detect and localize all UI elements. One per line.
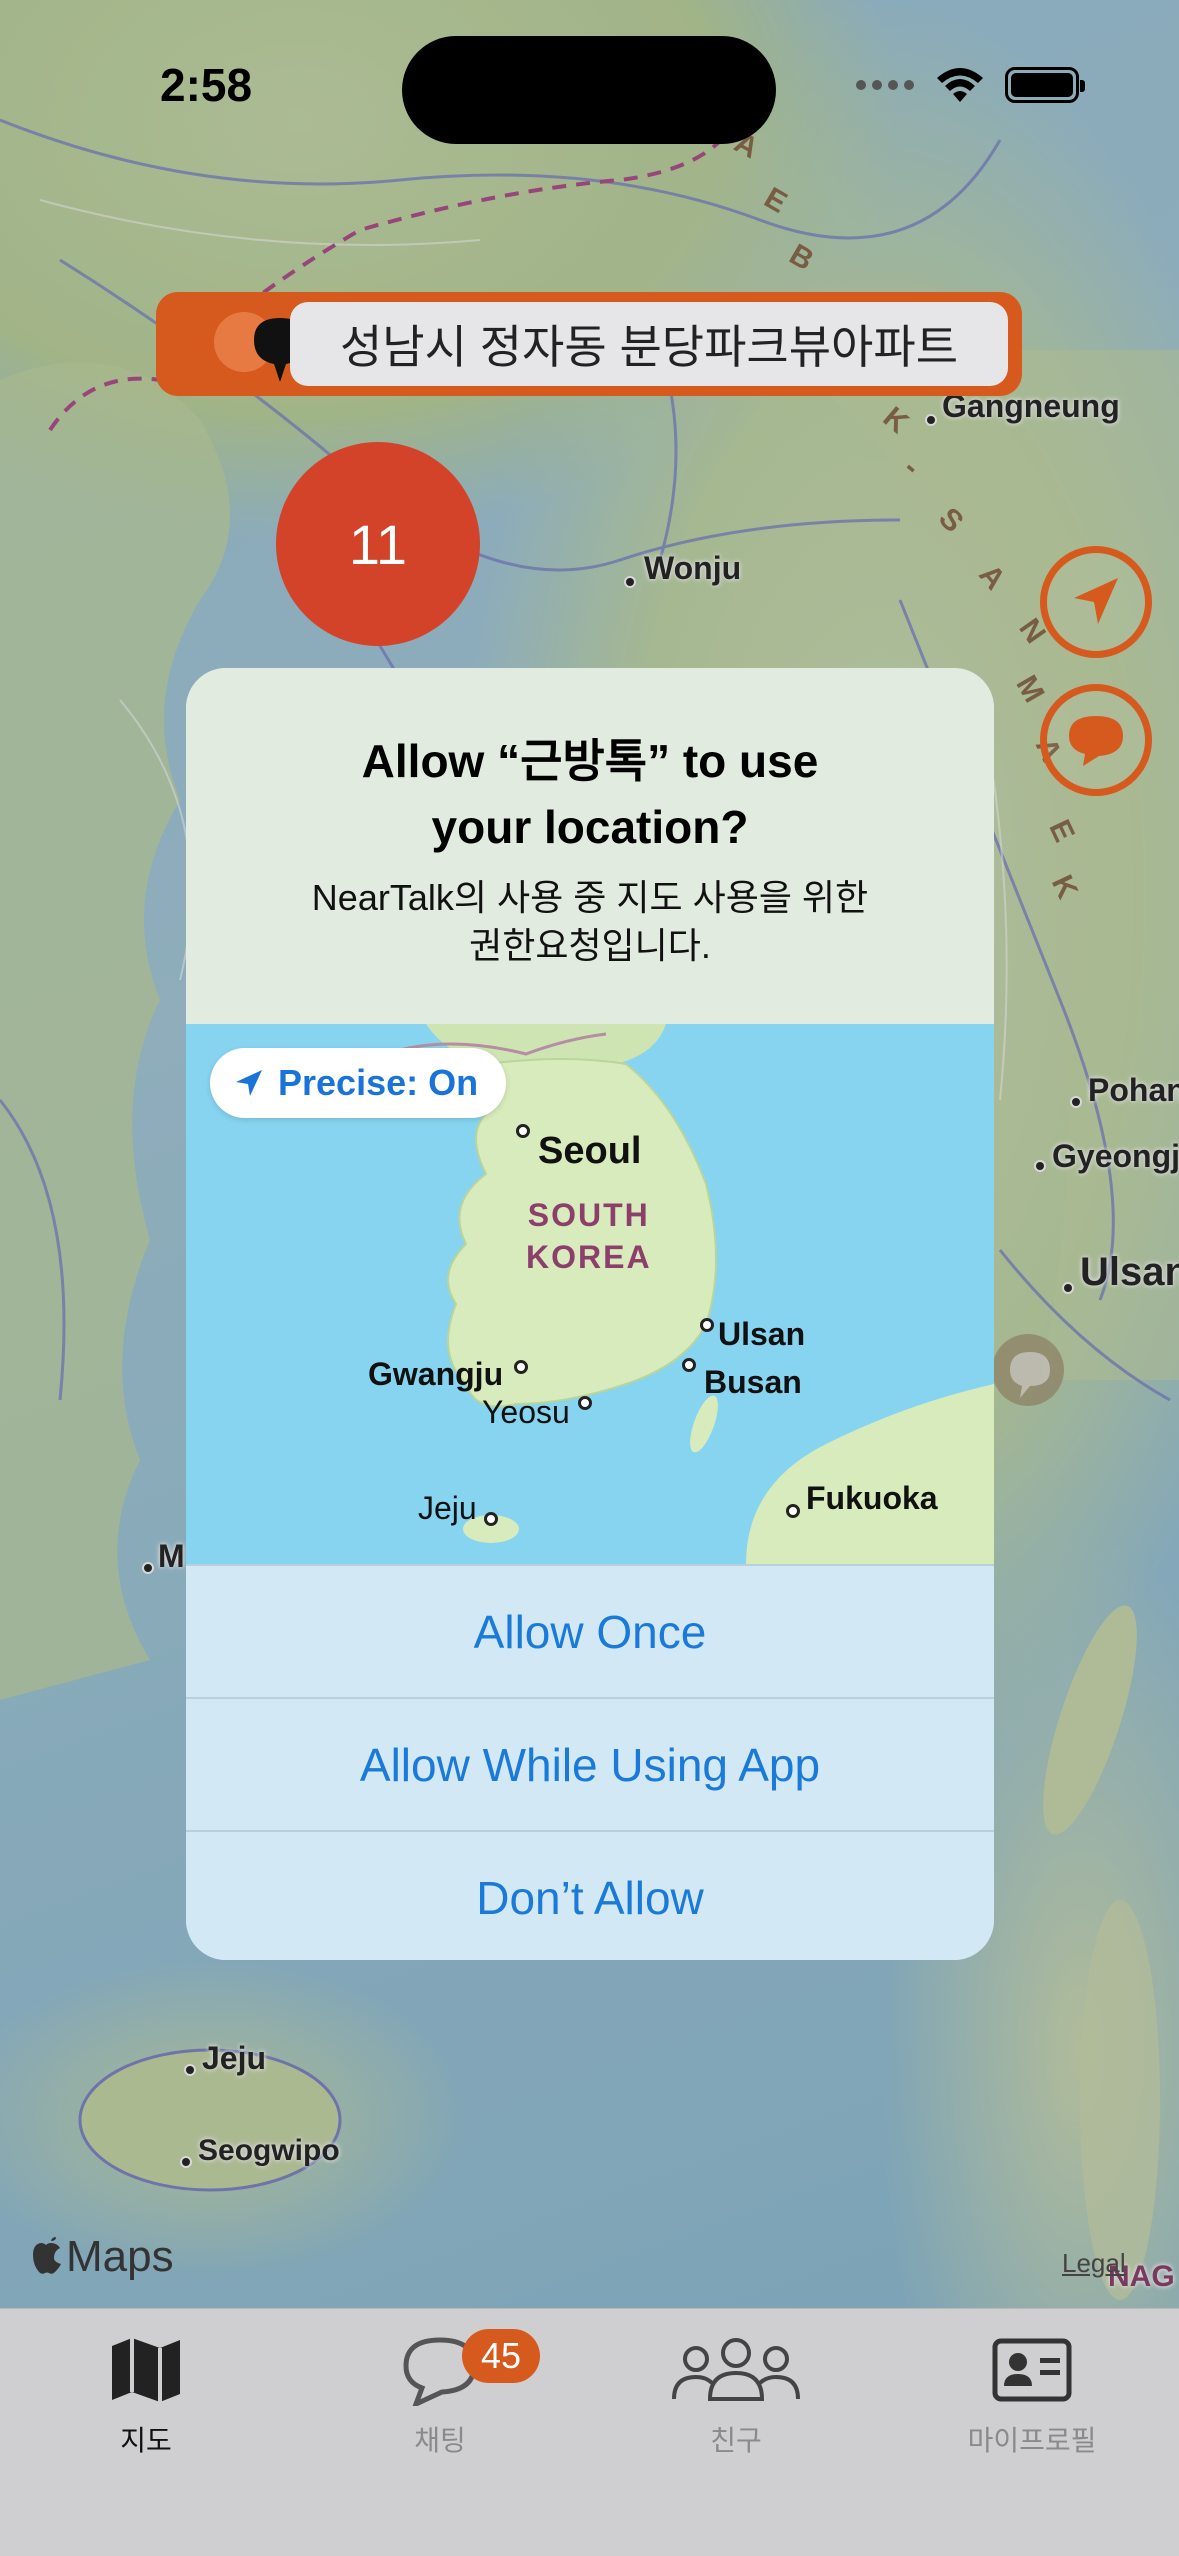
- map-dot-fukuoka: [786, 1504, 800, 1518]
- current-location-button[interactable]: [1040, 546, 1152, 658]
- apple-logo-icon: [33, 2237, 61, 2274]
- map-dot-seoul: [516, 1124, 530, 1138]
- chat-map-button[interactable]: [1040, 684, 1152, 796]
- map-dot-gwangju: [514, 1360, 528, 1374]
- people-icon: [672, 2338, 800, 2401]
- battery-icon: [1005, 67, 1085, 103]
- precise-toggle[interactable]: Precise: On: [210, 1048, 507, 1118]
- legal-link[interactable]: Legal: [1062, 2248, 1126, 2279]
- chat-unread-badge: 45: [462, 2329, 540, 2383]
- location-arrow-icon: [1074, 578, 1118, 624]
- status-time: 2:58: [160, 59, 253, 111]
- map-icon: [112, 2338, 180, 2402]
- map-label-yeosu: Yeosu: [482, 1394, 570, 1430]
- map-label-busan: Busan: [704, 1364, 802, 1400]
- tab-label-chat: 채팅: [414, 2425, 466, 2456]
- map-dot-ulsan: [700, 1318, 714, 1332]
- address-text: 성남시 정자동 분당파크뷰아파트: [290, 302, 1008, 386]
- tab-label-map: 지도: [120, 2425, 172, 2456]
- address-bar[interactable]: 성남시 정자동 분당파크뷰아파트: [156, 292, 1022, 396]
- map-label-ulsan: Ulsan: [718, 1316, 806, 1352]
- alert-header: Allow “근방톡” to use your location? NearTa…: [186, 668, 994, 1024]
- tab-label-my-profile: 마이프로필: [967, 2425, 1097, 2456]
- status-icons: [855, 66, 1085, 104]
- allow-while-using-button[interactable]: Allow While Using App: [186, 1697, 994, 1830]
- precise-label: Precise: On: [278, 1062, 479, 1103]
- location-permission-alert: Allow “근방톡” to use your location? NearTa…: [186, 668, 994, 1960]
- maps-logo-text: Maps: [66, 2232, 174, 2281]
- alert-message: NearTalk의 사용 중 지도 사용을 위한 권한요청입니다.: [311, 877, 869, 966]
- cluster-marker[interactable]: 11: [276, 442, 480, 646]
- wifi-icon: [937, 68, 983, 102]
- map-label-seoul: Seoul: [538, 1130, 642, 1172]
- apple-maps-logo: Maps: [30, 2232, 174, 2282]
- map-dot-busan: [682, 1358, 696, 1372]
- tab-bar: 지도 45 채팅 친구 마이프로필: [0, 2308, 1179, 2556]
- profile-card-icon: [992, 2338, 1072, 2402]
- map-dot-yeosu: [578, 1396, 592, 1410]
- alert-map-preview: Precise: On Seoul SOUTH KOREA Ulsan Gwan…: [186, 1024, 994, 1564]
- tab-my-profile[interactable]: 마이프로필: [912, 2327, 1152, 2467]
- location-arrow-icon: [236, 1070, 262, 1096]
- map-label-country: SOUTH KOREA: [526, 1197, 652, 1275]
- dynamic-island: [402, 36, 776, 144]
- allow-once-button[interactable]: Allow Once: [186, 1564, 994, 1697]
- signal-dots-icon: [856, 80, 914, 90]
- map-label-jeju: Jeju: [418, 1490, 477, 1526]
- chat-bubble-icon: [1069, 716, 1123, 766]
- map-label-fukuoka: Fukuoka: [806, 1480, 938, 1516]
- tab-map[interactable]: 지도: [26, 2327, 266, 2467]
- tab-chat[interactable]: 45 채팅: [320, 2327, 560, 2467]
- dont-allow-button[interactable]: Don’t Allow: [186, 1830, 994, 1960]
- map-dot-jeju: [484, 1512, 498, 1526]
- map-label-gwangju: Gwangju: [368, 1356, 504, 1392]
- tab-label-friends: 친구: [710, 2425, 762, 2456]
- tab-friends[interactable]: 친구: [616, 2327, 856, 2467]
- alert-title: Allow “근방톡” to use your location?: [361, 735, 819, 853]
